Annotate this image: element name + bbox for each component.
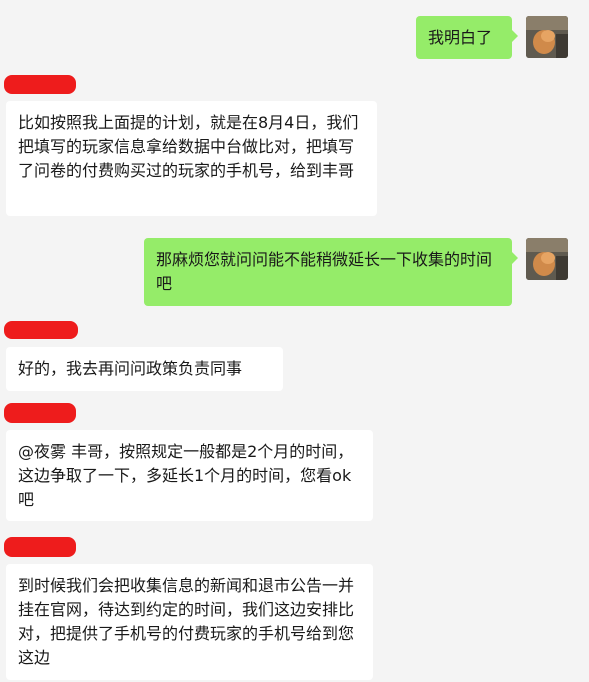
incoming-message-bubble[interactable]: 比如按照我上面提的计划，就是在8月4日，我们把填写的玩家信息拿给数据中台做比对，… — [6, 101, 377, 216]
outgoing-message-bubble[interactable]: 那麻烦您就问问能不能稍微延长一下收集的时间吧 — [144, 238, 518, 306]
redacted-sender-name — [4, 321, 78, 339]
incoming-message-bubble[interactable]: 好的，我去再问问政策负责同事 — [6, 347, 283, 391]
message-text: 比如按照我上面提的计划，就是在8月4日，我们把填写的玩家信息拿给数据中台做比对，… — [18, 113, 359, 180]
message-text: 好的，我去再问问政策负责同事 — [18, 359, 243, 378]
message-text: 那麻烦您就问问能不能稍微延长一下收集的时间吧 — [156, 250, 493, 293]
avatar-photo-icon — [526, 16, 568, 58]
redacted-sender-name — [4, 403, 76, 423]
outgoing-message-bubble[interactable]: 我明白了 — [416, 16, 518, 59]
message-text: 到时候我们会把收集信息的新闻和退市公告一并挂在官网，待达到约定的时间，我们这边安… — [18, 576, 355, 667]
incoming-message-bubble[interactable]: 到时候我们会把收集信息的新闻和退市公告一并挂在官网，待达到约定的时间，我们这边安… — [6, 564, 373, 680]
chat-window: 我明白了 比如按照我上面提的计划，就是在8月4日，我们把填写的玩家信息拿给数据中… — [0, 0, 589, 682]
redacted-sender-name — [4, 75, 76, 94]
user-avatar[interactable] — [526, 238, 568, 280]
incoming-message-bubble[interactable]: @夜雾 丰哥，按照规定一般都是2个月的时间，这边争取了一下，多延长1个月的时间，… — [6, 430, 373, 521]
message-text: @夜雾 丰哥，按照规定一般都是2个月的时间，这边争取了一下，多延长1个月的时间，… — [18, 442, 354, 509]
avatar-photo-icon — [526, 238, 568, 280]
redacted-sender-name — [4, 537, 76, 557]
message-text: 我明白了 — [428, 28, 493, 47]
user-avatar[interactable] — [526, 16, 568, 58]
